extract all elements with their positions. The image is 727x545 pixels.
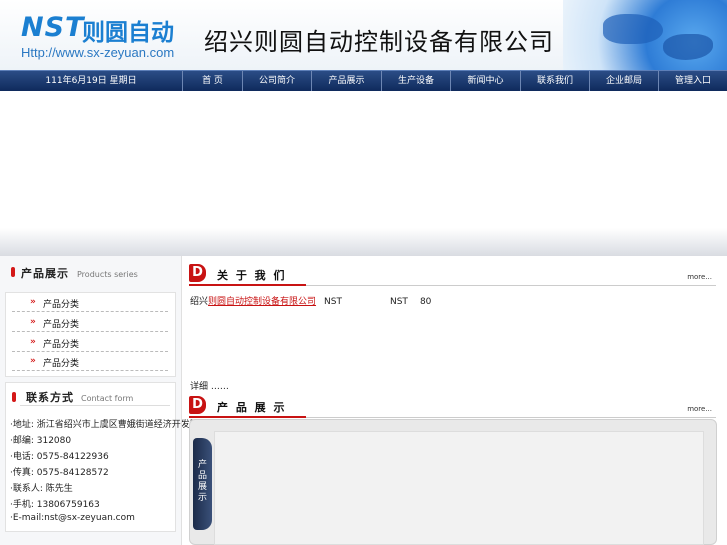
list-item[interactable]: » 产品分类 — [12, 333, 168, 352]
contact-person: ·联系人: 陈先生 — [10, 484, 73, 494]
products-section-title: 产品展示 Products series — [8, 263, 178, 293]
d-badge-icon: D — [189, 264, 206, 282]
nav-item-equipment[interactable]: 生产设备 — [381, 71, 450, 91]
list-item[interactable]: » 产品分类 — [12, 293, 168, 312]
logo-nst[interactable]: NST — [21, 12, 84, 43]
about-title: 关 于 我 们 — [217, 269, 287, 282]
red-bar-icon — [11, 267, 15, 277]
logo-url: Http://www.sx-zeyuan.com — [21, 45, 175, 60]
red-bar-icon — [12, 392, 16, 402]
about-company-link[interactable]: 则圆自动控制设备有限公司 — [208, 297, 316, 307]
company-name: 绍兴则圆自动控制设备有限公司 — [204, 28, 554, 56]
main-nav: 111年6月19日 星期日 首 页 公司简介 产品展示 生产设备 新闻中心 联系… — [0, 70, 727, 91]
about-text-2: NST — [389, 297, 408, 307]
double-chevron-icon: » — [30, 356, 36, 366]
product-side-tab: 产品展示 — [193, 438, 212, 530]
list-item-label[interactable]: 产品分类 — [43, 337, 79, 350]
contact-address: ·地址: 浙江省绍兴市上虞区曹娥街道经济开发区 — [10, 420, 199, 430]
about-detail-link[interactable]: 详细 …… — [190, 379, 229, 392]
nav-item-mail[interactable]: 企业邮局 — [589, 71, 658, 91]
double-chevron-icon: » — [30, 317, 36, 327]
nav-item-news[interactable]: 新闻中心 — [450, 71, 520, 91]
products-title-cn: 产品展示 — [21, 267, 69, 280]
list-item-label[interactable]: 产品分类 — [43, 297, 79, 310]
nav-item-admin[interactable]: 管理入口 — [658, 71, 727, 91]
about-lead: 绍兴 — [190, 297, 209, 307]
products-more-link[interactable]: more... — [687, 405, 712, 413]
nav-date: 111年6月19日 星期日 — [45, 76, 137, 86]
contact-title-en: Contact form — [81, 394, 134, 403]
globe-land — [663, 34, 713, 60]
list-item[interactable]: » 产品分类 — [12, 313, 168, 332]
title-underline — [189, 416, 306, 418]
products-title: 产 品 展 示 — [217, 401, 287, 414]
double-chevron-icon: » — [30, 337, 36, 347]
nav-item-contact[interactable]: 联系我们 — [520, 71, 589, 91]
product-showcase-area — [214, 431, 704, 545]
title-underline — [189, 284, 306, 286]
divider — [20, 405, 170, 406]
contact-postcode: ·邮编: 312080 — [10, 436, 72, 446]
side-tab-label: 产品展示 — [198, 460, 208, 503]
title-rule — [306, 285, 716, 286]
contact-phone: ·电话: 0575-84122936 — [10, 452, 109, 462]
contact-title-cn: 联系方式 — [26, 391, 74, 404]
globe-banner-image — [563, 0, 727, 70]
d-badge-icon: D — [189, 396, 206, 414]
list-item[interactable]: » 产品分类 — [12, 352, 168, 371]
contact-panel: 联系方式 Contact form ·地址: 浙江省绍兴市上虞区曹娥街道经济开发… — [5, 382, 199, 532]
about-text-1: NST — [324, 297, 342, 307]
about-more-link[interactable]: more... — [687, 273, 712, 281]
logo-cn[interactable]: 则圆自动 — [82, 13, 174, 47]
list-item-label[interactable]: 产品分类 — [43, 317, 79, 330]
list-item-label[interactable]: 产品分类 — [43, 356, 79, 369]
about-intro: 绍兴则圆自动控制设备有限公司 NST NST 80 — [190, 294, 431, 307]
contact-email[interactable]: ·E-mail:nst@sx-zeyuan.com — [10, 513, 135, 523]
banner-area — [0, 92, 727, 247]
nav-item-home[interactable]: 首 页 — [182, 71, 242, 91]
banner-shadow — [0, 228, 727, 256]
globe-land — [603, 14, 663, 44]
header: NST 则圆自动 Http://www.sx-zeyuan.com 绍兴则圆自动… — [0, 0, 727, 70]
about-section-header: D 关 于 我 们 more... — [189, 264, 716, 286]
double-chevron-icon: » — [30, 297, 36, 307]
product-category-list: » 产品分类 » 产品分类 » 产品分类 » 产品分类 — [5, 292, 176, 377]
contact-mobile: ·手机: 13806759163 — [10, 500, 100, 510]
nav-item-about[interactable]: 公司简介 — [242, 71, 311, 91]
title-rule — [306, 417, 716, 418]
nav-item-products[interactable]: 产品展示 — [311, 71, 381, 91]
about-text-3: 80 — [419, 297, 432, 307]
column-divider — [181, 256, 182, 545]
products-title-en: Products series — [77, 270, 138, 279]
contact-fax: ·传真: 0575-84128572 — [10, 468, 109, 478]
products-section-header: D 产 品 展 示 more... — [189, 396, 716, 418]
